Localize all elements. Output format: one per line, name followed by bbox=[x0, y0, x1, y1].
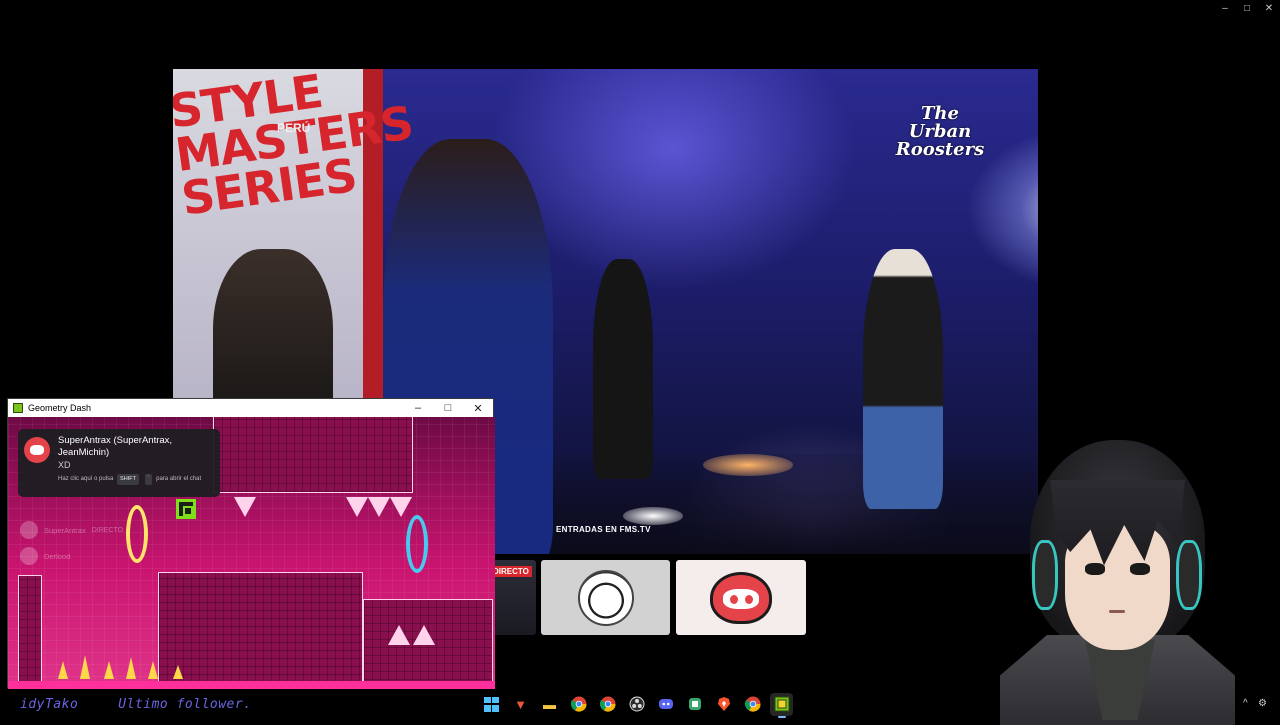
file-explorer-icon[interactable]: ▬ bbox=[538, 693, 561, 716]
discord-icon[interactable] bbox=[654, 693, 677, 716]
window-controls: – □ ✕ bbox=[1214, 0, 1280, 16]
flame bbox=[173, 665, 183, 679]
pillar-block bbox=[18, 575, 42, 685]
flame bbox=[126, 657, 136, 679]
shift-key: SHIFT bbox=[117, 474, 139, 485]
tray-chevron-icon[interactable]: ^ bbox=[1243, 698, 1255, 710]
app-icon[interactable] bbox=[683, 693, 706, 716]
start-icon[interactable] bbox=[480, 693, 503, 716]
flame bbox=[80, 655, 90, 679]
taskbar: ▼ ▬ bbox=[480, 692, 810, 718]
flame bbox=[148, 661, 158, 679]
ticker-label: Ultimo follower. bbox=[118, 697, 252, 712]
mouth bbox=[1109, 610, 1125, 613]
chat-username: SuperAntrax bbox=[44, 525, 86, 535]
ticket-caption: ENTRADAS EN FMS.TV bbox=[556, 525, 651, 534]
anime-avatar-icon bbox=[577, 569, 634, 626]
notification-message: XD bbox=[58, 460, 71, 470]
chat-tag: DIRECTO bbox=[91, 526, 124, 534]
live-badge: DIRECTO bbox=[490, 566, 532, 577]
notification-hint: Haz clic aquí o pulsa SHIFT ` para abrir… bbox=[18, 474, 214, 485]
avatar bbox=[20, 521, 38, 539]
spike bbox=[234, 497, 256, 517]
geometry-dash-icon bbox=[13, 403, 23, 413]
anime-avatar-thumbnail[interactable] bbox=[541, 560, 670, 635]
banner-country: PERÚ bbox=[277, 121, 311, 135]
titlebar[interactable]: Geometry Dash – □ ✕ bbox=[8, 399, 493, 417]
minimize-button[interactable]: – bbox=[1214, 0, 1236, 16]
hint-suffix: para abrir el chat bbox=[156, 476, 202, 482]
performer bbox=[593, 259, 653, 479]
spike bbox=[388, 625, 410, 645]
discord-icon bbox=[24, 437, 50, 463]
gravity-portal bbox=[126, 505, 148, 563]
geometry-dash-icon[interactable] bbox=[770, 692, 793, 718]
live-stream-thumbnail[interactable]: DIRECTO bbox=[488, 560, 536, 635]
vtuber-avatar bbox=[990, 440, 1240, 725]
performer bbox=[863, 249, 943, 509]
eye bbox=[1085, 563, 1105, 575]
avatar-face bbox=[1065, 525, 1170, 650]
spike bbox=[368, 497, 390, 517]
ceiling-block bbox=[213, 417, 413, 493]
spike bbox=[413, 625, 435, 645]
chrome-icon[interactable] bbox=[741, 693, 764, 716]
brave-icon[interactable] bbox=[712, 693, 735, 716]
spike bbox=[346, 497, 368, 517]
maximize-button[interactable]: □ bbox=[433, 399, 463, 417]
stage-light bbox=[703, 454, 793, 476]
obs-icon[interactable] bbox=[625, 693, 648, 716]
floor-block bbox=[158, 572, 363, 689]
discord-notification[interactable]: SuperAntrax (SuperAntrax, JeanMichin) XD… bbox=[18, 429, 220, 497]
headphone-icon bbox=[1176, 540, 1202, 610]
close-button[interactable]: ✕ bbox=[463, 399, 493, 417]
hint-prefix: Haz clic aquí o pulsa bbox=[58, 476, 114, 482]
chat-entry: SuperAntrax DIRECTO bbox=[20, 521, 123, 539]
ticker-name: idyTako bbox=[20, 697, 79, 712]
maximize-button[interactable]: □ bbox=[1236, 0, 1258, 16]
spike bbox=[390, 497, 412, 517]
ground-strip bbox=[8, 681, 495, 689]
discord-bot-icon bbox=[710, 571, 772, 624]
tray-settings-icon[interactable]: ⚙ bbox=[1258, 698, 1270, 710]
follower-ticker: idyTako Ultimo follower. bbox=[20, 697, 252, 712]
app-icon[interactable]: ▼ bbox=[509, 693, 532, 716]
chrome-alt-icon[interactable] bbox=[596, 693, 619, 716]
close-button[interactable]: ✕ bbox=[1258, 0, 1280, 16]
banner-text: STYLE MASTERS SERIES bbox=[173, 69, 417, 226]
window-title: Geometry Dash bbox=[28, 403, 92, 413]
stage-light bbox=[623, 507, 683, 525]
player-cube bbox=[176, 499, 196, 519]
urban-roosters-logo: The Urban Roosters bbox=[895, 103, 985, 160]
chat-username: Derlood bbox=[44, 551, 71, 561]
backtick-key: ` bbox=[144, 474, 153, 485]
discord-bot-thumbnail[interactable] bbox=[676, 560, 806, 635]
flame bbox=[58, 661, 68, 679]
avatar bbox=[20, 547, 38, 565]
gravity-portal bbox=[406, 515, 428, 573]
eye bbox=[1130, 563, 1150, 575]
notification-sender: SuperAntrax (SuperAntrax, JeanMichin) bbox=[58, 435, 173, 458]
chat-entry: Derlood bbox=[20, 547, 70, 565]
minimize-button[interactable]: – bbox=[403, 399, 433, 417]
chrome-icon[interactable] bbox=[567, 693, 590, 716]
flame bbox=[104, 661, 114, 679]
headphone-icon bbox=[1032, 540, 1058, 610]
desktop: – □ ✕ STYLE MASTERS SERIES PERÚ The Urba… bbox=[0, 0, 1280, 725]
